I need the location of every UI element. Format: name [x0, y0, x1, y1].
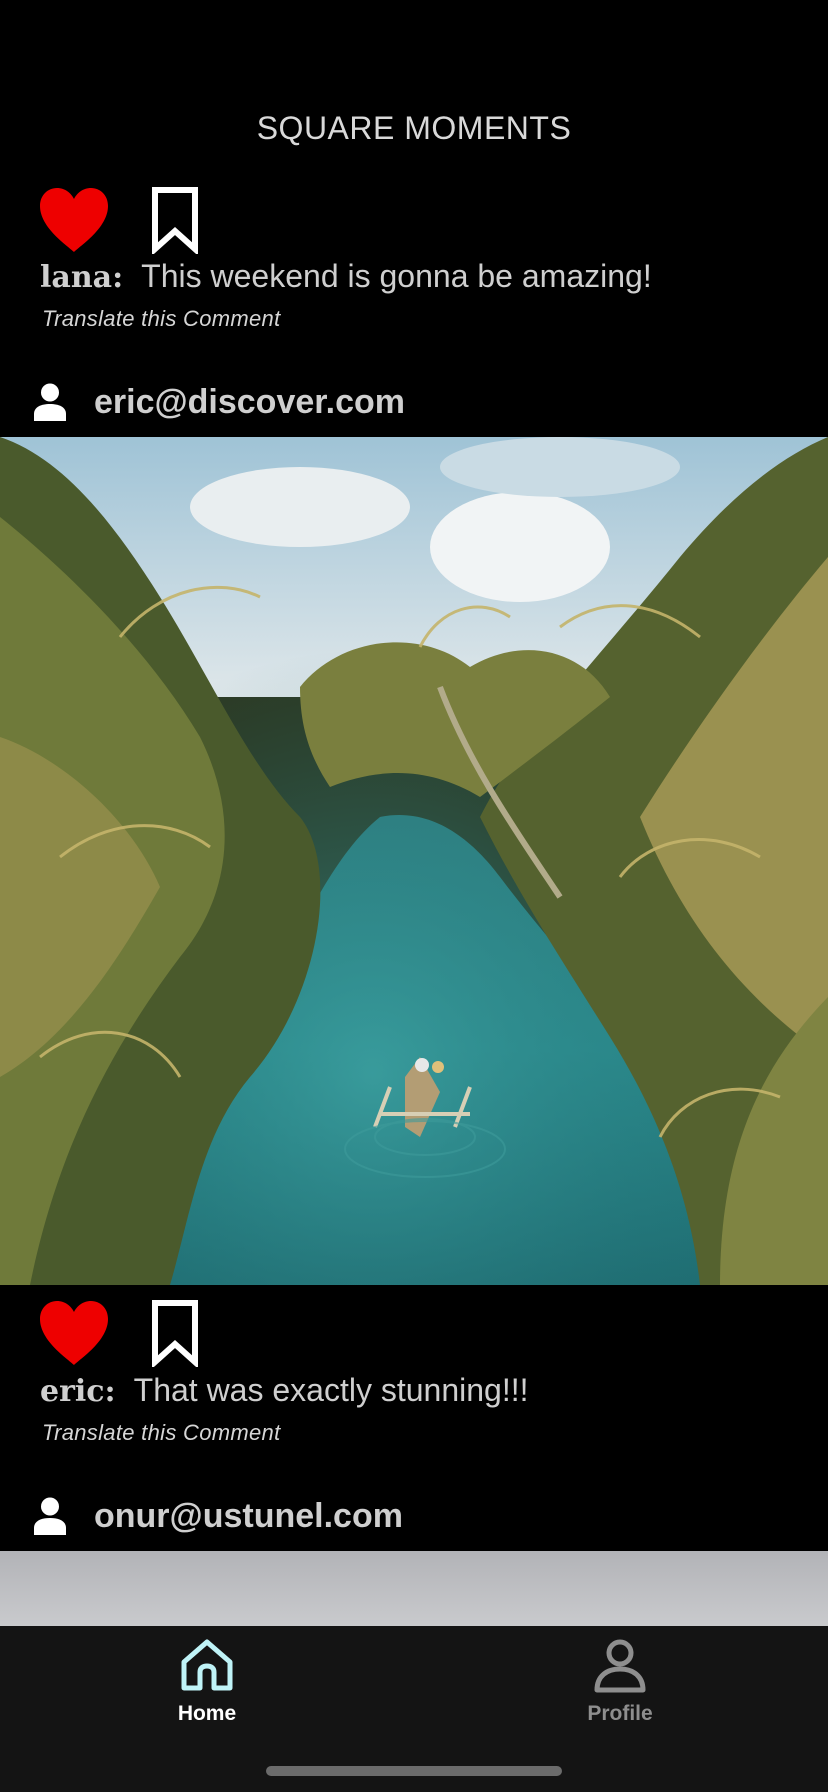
post-actions	[38, 182, 200, 258]
bookmark-icon[interactable]	[150, 1299, 200, 1367]
nav-item-home[interactable]: Home	[127, 1636, 287, 1726]
profile-icon	[594, 1639, 646, 1693]
heart-icon[interactable]	[38, 186, 110, 254]
translate-comment-link[interactable]: Translate this Comment	[42, 306, 281, 332]
nav-label-profile: Profile	[587, 1702, 653, 1725]
home-icon	[181, 1639, 233, 1691]
nav-item-profile[interactable]: Profile	[540, 1636, 700, 1726]
comment-text: That was exactly stunning!!!	[133, 1372, 529, 1408]
translate-comment-link[interactable]: Translate this Comment	[42, 1420, 281, 1446]
app-screen: SQUARE MOMENTS lana: This weekend is gon…	[0, 0, 828, 1792]
app-title: SQUARE MOMENTS	[256, 110, 572, 146]
post-actions	[38, 1295, 200, 1371]
post-author-email[interactable]: eric@discover.com	[94, 383, 405, 422]
heart-icon[interactable]	[38, 1299, 110, 1367]
post-image[interactable]	[0, 1551, 828, 1626]
tropical-river-photo	[0, 437, 828, 1285]
comment: eric: That was exactly stunning!!!	[40, 1372, 529, 1409]
post-image[interactable]	[0, 437, 828, 1285]
post-author-email[interactable]: onur@ustunel.com	[94, 1497, 403, 1536]
comment-username[interactable]: eric:	[40, 1374, 116, 1409]
comment-username[interactable]: lana:	[40, 260, 123, 295]
post-header: onur@ustunel.com	[34, 1492, 403, 1540]
comment-text: This weekend is gonna be amazing!	[141, 258, 652, 294]
post-header: eric@discover.com	[34, 378, 405, 426]
person-icon	[34, 383, 66, 421]
home-indicator[interactable]	[266, 1766, 562, 1776]
bookmark-icon[interactable]	[150, 186, 200, 254]
comment: lana: This weekend is gonna be amazing!	[40, 258, 652, 295]
nav-label-home: Home	[177, 1702, 237, 1725]
person-icon	[34, 1497, 66, 1535]
